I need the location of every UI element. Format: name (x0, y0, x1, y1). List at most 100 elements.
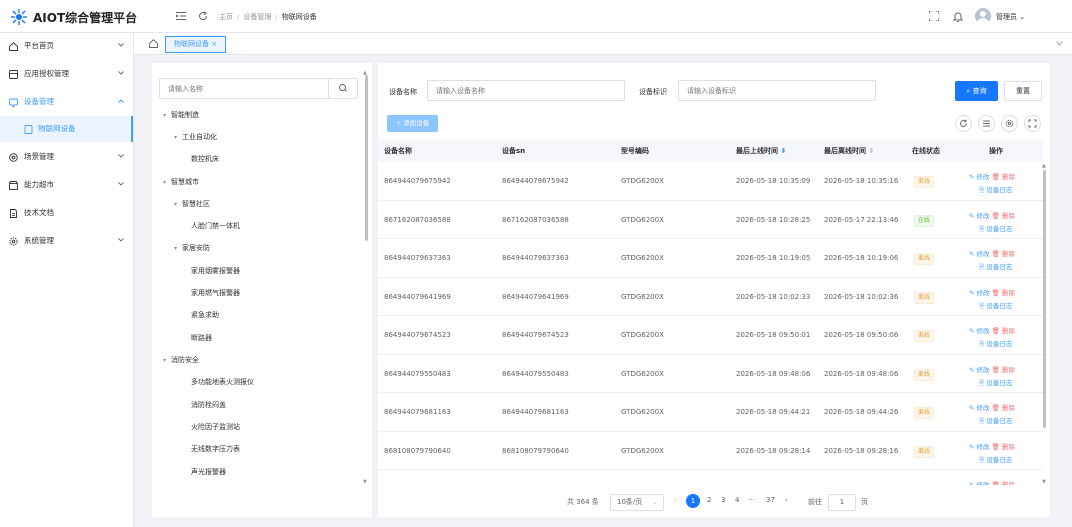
sort-icon[interactable]: ⬍ (780, 147, 786, 155)
sidebar-item-app-auth[interactable]: 应用授权管理 (0, 61, 133, 87)
chevron-down-icon[interactable] (1056, 41, 1063, 46)
tree-node[interactable]: ▾ 家居安防 (174, 243, 210, 253)
caret-down-icon[interactable]: ▾ (163, 179, 166, 186)
tree-node[interactable]: 断路器 (191, 333, 212, 343)
tree-node[interactable]: 家用燃气报警器 (191, 288, 240, 298)
breadcrumb-home[interactable]: 主页 (219, 13, 233, 21)
device-name-input[interactable] (427, 80, 625, 101)
caret-down-icon[interactable]: ▾ (163, 357, 166, 364)
edit-button[interactable]: ✎ 修改 (969, 212, 990, 220)
tree-scrollbar[interactable] (365, 75, 368, 241)
delete-button[interactable]: 🗑 删除 (992, 443, 1015, 451)
delete-button[interactable]: 🗑 删除 (992, 404, 1015, 412)
device-log-button[interactable]: 🗎 设备日志 (979, 184, 1015, 197)
scroll-down-arrow[interactable]: ▼ (363, 479, 367, 485)
tree-search-input[interactable] (160, 79, 330, 98)
delete-button[interactable]: 🗑 删除 (992, 327, 1015, 335)
tree-node[interactable]: 无线数字压力表 (191, 444, 240, 454)
page-4[interactable]: 4 (735, 496, 739, 504)
tree-search-button[interactable] (328, 79, 357, 98)
delete-button[interactable]: 🗑 删除 (992, 366, 1015, 374)
page-3[interactable]: 3 (721, 496, 725, 504)
edit-button[interactable]: ✎ 修改 (969, 443, 990, 451)
edit-button[interactable]: ✎ 修改 (969, 173, 990, 181)
caret-down-icon[interactable]: ▾ (174, 201, 177, 208)
tree-node[interactable]: ▾ 智能制造 (163, 110, 199, 120)
scroll-down-arrow[interactable]: ▼ (1042, 479, 1046, 485)
bell-icon[interactable] (953, 11, 963, 22)
delete-button[interactable]: 🗑 删除 (992, 481, 1015, 485)
scroll-up-arrow[interactable]: ▲ (363, 70, 367, 76)
delete-button[interactable]: 🗑 删除 (992, 250, 1015, 258)
edit-button[interactable]: ✎ 修改 (969, 250, 990, 258)
tree-node[interactable]: 火险因子监测站 (191, 422, 240, 432)
sidebar-item-docs[interactable]: 技术文档 (0, 200, 133, 226)
tree-node[interactable]: ▾ 智慧社区 (174, 199, 210, 209)
sidebar-item-scene[interactable]: 场景管理 (0, 144, 133, 170)
sidebar-item-iot-device[interactable]: 物联网设备 (0, 116, 133, 142)
caret-down-icon[interactable]: ▾ (174, 134, 177, 141)
col-last-offline[interactable]: 最后离线时间 ⬍ (824, 140, 875, 162)
trash-icon: 🗑 (991, 404, 1000, 412)
tree-node[interactable]: ▾ 智慧城市 (163, 177, 199, 187)
refresh-table-button[interactable] (955, 115, 972, 132)
delete-button[interactable]: 🗑 删除 (992, 173, 1015, 181)
edit-button[interactable]: ✎ 修改 (969, 289, 990, 297)
prev-page-button[interactable]: ‹ (674, 496, 677, 504)
tree-node[interactable]: 数控机床 (191, 154, 219, 164)
add-device-button[interactable]: + 添加设备 (387, 115, 438, 132)
tree-node[interactable]: 人脸门禁一体机 (191, 221, 240, 231)
avatar[interactable] (975, 8, 991, 24)
device-log-button[interactable]: 🗎 设备日志 (979, 261, 1015, 274)
fullscreen-table-button[interactable] (1024, 115, 1041, 132)
caret-down-icon[interactable]: ▾ (174, 245, 177, 252)
tree-node[interactable]: 紧急求助 (191, 310, 219, 320)
sidebar-item-capability[interactable]: 能力超市 (0, 172, 133, 198)
col-last-online[interactable]: 最后上线时间 ⬍ (736, 140, 787, 162)
refresh-icon[interactable] (198, 11, 208, 21)
device-id-input[interactable] (678, 80, 876, 101)
density-button[interactable] (978, 115, 995, 132)
home-tab-icon[interactable] (149, 39, 158, 48)
delete-button[interactable]: 🗑 删除 (992, 212, 1015, 220)
search-button[interactable]: ⌕ 查询 (955, 81, 998, 101)
tab-iot-device[interactable]: 物联网设备 × (165, 36, 227, 53)
edit-button[interactable]: ✎ 修改 (969, 404, 990, 412)
sort-icon[interactable]: ⬍ (868, 147, 874, 155)
breadcrumb-device-mgmt[interactable]: 设备管理 (243, 13, 271, 21)
tree-node[interactable]: 声光报警器 (191, 467, 226, 477)
tree-node[interactable]: ▾ 消防安全 (163, 355, 199, 365)
sidebar-item-home[interactable]: 平台首页 (0, 33, 133, 59)
tree-node[interactable]: 多功能地表火测报仪 (191, 377, 254, 387)
device-log-button[interactable]: 🗎 设备日志 (979, 300, 1015, 313)
tree-node[interactable]: 消防栓闷盖 (191, 400, 226, 410)
device-log-button[interactable]: 🗎 设备日志 (979, 415, 1015, 428)
table-scrollbar[interactable] (1043, 170, 1046, 428)
goto-page-input[interactable]: 1 (828, 494, 856, 511)
device-log-button[interactable]: 🗎 设备日志 (979, 223, 1015, 236)
user-menu[interactable]: 管理员 ⌄ (996, 12, 1025, 22)
tree-node[interactable]: 家用烟雾报警器 (191, 266, 240, 276)
tree-node[interactable]: ▾ 工业自动化 (174, 132, 217, 142)
page-current[interactable]: 1 (686, 494, 700, 508)
edit-button[interactable]: ✎ 修改 (969, 481, 990, 485)
edit-button[interactable]: ✎ 修改 (969, 366, 990, 374)
sidebar-item-system[interactable]: 系统管理 (0, 228, 133, 254)
device-log-button[interactable]: 🗎 设备日志 (979, 338, 1015, 351)
page-last[interactable]: 37 (766, 496, 775, 504)
page-ellipsis[interactable]: ··· (748, 496, 755, 504)
sidebar-item-device-mgmt[interactable]: 设备管理 (0, 89, 133, 115)
device-log-button[interactable]: 🗎 设备日志 (979, 377, 1015, 390)
menu-fold-icon[interactable] (176, 11, 186, 21)
device-log-button[interactable]: 🗎 设备日志 (979, 454, 1015, 467)
page-size-select[interactable]: 10条/页 ⌄ (610, 494, 664, 511)
edit-button[interactable]: ✎ 修改 (969, 327, 990, 335)
delete-button[interactable]: 🗑 删除 (992, 289, 1015, 297)
fullscreen-icon[interactable] (929, 11, 939, 21)
caret-down-icon[interactable]: ▾ (163, 112, 166, 119)
reset-button[interactable]: 重置 (1004, 81, 1042, 101)
column-settings-button[interactable] (1001, 115, 1018, 132)
scroll-up-arrow[interactable]: ▲ (1042, 163, 1046, 169)
page-2[interactable]: 2 (707, 496, 711, 504)
next-page-button[interactable]: › (785, 496, 788, 504)
